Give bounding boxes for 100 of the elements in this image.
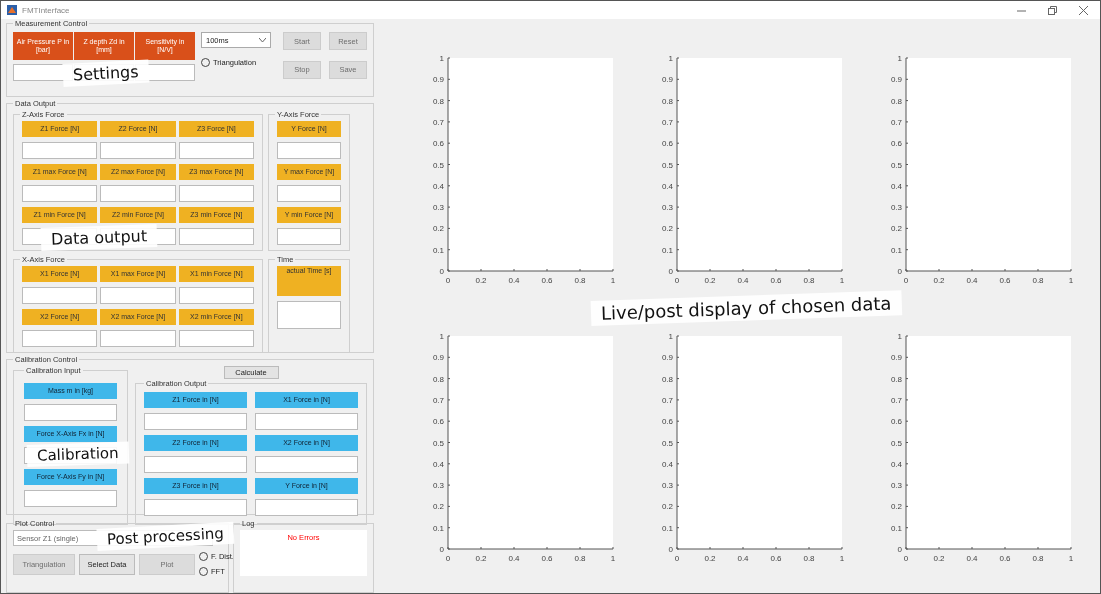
- tick-label: 0.2: [432, 224, 444, 234]
- tick-label: 0.2: [704, 276, 716, 285]
- tick-label: 0.4: [966, 554, 978, 563]
- text-field[interactable]: [255, 499, 358, 516]
- tick-label: 0.5: [432, 438, 444, 448]
- tick-label: 0.4: [890, 181, 902, 191]
- tick-label: 0.9: [890, 75, 902, 85]
- text-field[interactable]: [178, 185, 254, 202]
- tick-label: 1: [1068, 276, 1074, 285]
- tick-label: 1: [439, 54, 444, 63]
- restore-icon[interactable]: [1048, 5, 1057, 15]
- tick-label: 0.3: [661, 481, 673, 491]
- tick-label: 1: [610, 276, 616, 285]
- tick-label: 1: [839, 276, 845, 285]
- tick-label: 0.6: [541, 276, 553, 285]
- text-field[interactable]: [100, 142, 176, 159]
- tick-label: 0.4: [432, 181, 444, 191]
- tick-label: 0.4: [432, 459, 444, 469]
- tick-label: 0.9: [661, 75, 673, 85]
- tick-label: 0.1: [432, 523, 444, 533]
- caret-icon: [259, 38, 266, 42]
- tick-label: 0.7: [890, 395, 902, 405]
- text-field[interactable]: [255, 413, 358, 430]
- tick-label: 0.2: [933, 554, 945, 563]
- tick-label: 0.6: [541, 554, 553, 563]
- close-icon[interactable]: [1079, 5, 1088, 15]
- text-field[interactable]: [277, 185, 341, 202]
- tick-label: 0.8: [890, 374, 902, 384]
- tick-label: 0.5: [432, 160, 444, 170]
- callout-tooltip: Live/post display of chosen data: [590, 290, 902, 326]
- tick-label: 1: [668, 332, 673, 341]
- callout-tooltip: Calibration: [26, 441, 129, 467]
- tick-label: 0.7: [661, 395, 673, 405]
- tick-label: 0.1: [661, 523, 673, 533]
- tick-label: 0.4: [661, 459, 673, 469]
- tick-label: 0.8: [890, 96, 902, 106]
- tick-label: 0.9: [661, 353, 673, 363]
- tick-label: 0.4: [890, 459, 902, 469]
- tick-label: 0.5: [661, 438, 673, 448]
- text-field[interactable]: [22, 185, 98, 202]
- tick-label: 0.2: [475, 276, 487, 285]
- tick-label: 0.1: [661, 245, 673, 255]
- tick-label: 0.3: [890, 481, 902, 491]
- tick-label: 1: [610, 554, 616, 563]
- tick-label: 0.2: [704, 554, 716, 563]
- tick-label: 1: [897, 54, 902, 63]
- text-field[interactable]: [277, 228, 341, 245]
- window-title: FMTInterface: [22, 5, 70, 15]
- tick-label: 0: [903, 276, 909, 285]
- tick-label: 1: [1068, 554, 1074, 563]
- tick-label: 0.3: [661, 203, 673, 213]
- tick-label: 0.7: [661, 117, 673, 127]
- tick-label: 1: [668, 54, 673, 63]
- text-field[interactable]: [178, 287, 254, 304]
- tick-label: 0: [897, 545, 902, 554]
- tick-label: 0.2: [432, 502, 444, 512]
- tick-label: 0: [439, 267, 444, 276]
- tick-label: 0.8: [432, 374, 444, 384]
- tick-label: 0.4: [737, 276, 749, 285]
- tick-label: 0.8: [1032, 554, 1044, 563]
- tick-label: 0.7: [432, 395, 444, 405]
- tick-label: 0.4: [737, 554, 749, 563]
- text-field[interactable]: [100, 287, 176, 304]
- tick-label: 0.2: [890, 502, 902, 512]
- callout-tooltip: Settings: [62, 59, 150, 87]
- tick-label: 0.1: [890, 245, 902, 255]
- tick-label: 0.5: [661, 160, 673, 170]
- tick-label: 0.8: [661, 374, 673, 384]
- text-field[interactable]: [144, 499, 247, 516]
- tick-label: 0: [445, 554, 451, 563]
- tick-label: 0: [897, 267, 902, 276]
- text-field[interactable]: [144, 413, 247, 430]
- tick-label: 0.8: [1032, 276, 1044, 285]
- tick-label: 0: [445, 276, 451, 285]
- text-field[interactable]: [24, 490, 117, 507]
- tick-label: 0.8: [803, 276, 815, 285]
- tick-label: 0.6: [432, 139, 444, 149]
- tick-label: 0: [668, 545, 673, 554]
- tick-label: 0.6: [890, 417, 902, 427]
- text-field[interactable]: [178, 330, 254, 347]
- tick-label: 0.4: [661, 181, 673, 191]
- text-field[interactable]: [255, 456, 358, 473]
- tick-label: 0.8: [432, 96, 444, 106]
- tick-label: 0.4: [508, 554, 520, 563]
- text-field[interactable]: [22, 287, 98, 304]
- text-field[interactable]: [144, 456, 247, 473]
- tick-label: 0.1: [890, 523, 902, 533]
- text-field[interactable]: [24, 404, 117, 421]
- tick-label: 0.9: [432, 353, 444, 363]
- text-field[interactable]: [178, 228, 254, 245]
- text-field[interactable]: [100, 330, 176, 347]
- text-field[interactable]: [277, 142, 341, 159]
- text-field[interactable]: [22, 142, 98, 159]
- tick-label: 0.2: [661, 502, 673, 512]
- text-field[interactable]: [100, 185, 176, 202]
- tick-label: 0.9: [432, 75, 444, 85]
- text-field[interactable]: [277, 301, 341, 329]
- tick-label: 0.4: [508, 276, 520, 285]
- text-field[interactable]: [22, 330, 98, 347]
- text-field[interactable]: [178, 142, 254, 159]
